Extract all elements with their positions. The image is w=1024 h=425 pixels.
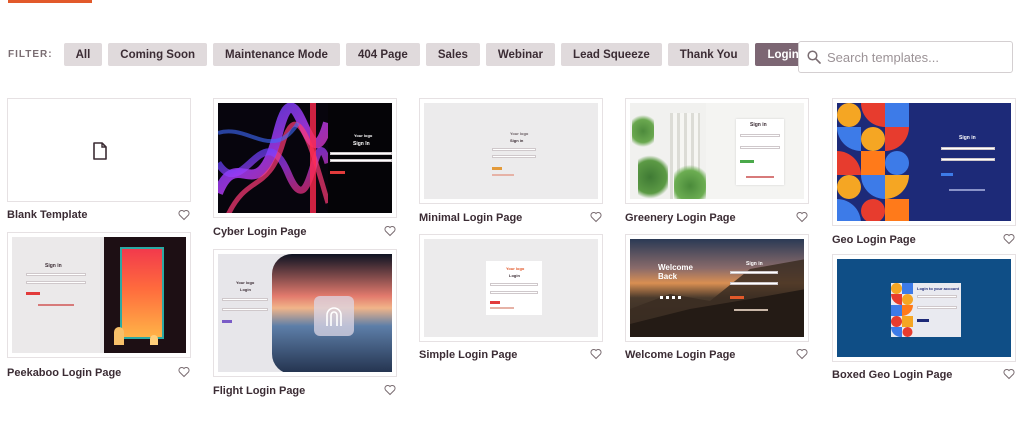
template-card-boxed-geo[interactable]: Login to your account Boxed Geo Login Pa…: [832, 254, 1016, 384]
template-thumbnail[interactable]: Sign in: [832, 98, 1016, 226]
filter-chip-all[interactable]: All: [63, 43, 103, 66]
mock-heading: Login: [509, 273, 520, 278]
template-thumbnail[interactable]: [7, 98, 191, 202]
mock-heading: Login to your account: [917, 286, 959, 291]
template-thumbnail[interactable]: Your logo Sign In: [213, 98, 397, 218]
mock-heading: Sign In: [353, 141, 370, 147]
template-thumbnail[interactable]: Your logo Login: [213, 249, 397, 377]
template-title[interactable]: Boxed Geo Login Page: [832, 369, 952, 381]
template-card-simple[interactable]: Your logo Login Simple Login Page: [419, 234, 603, 364]
template-title[interactable]: Welcome Login Page: [625, 349, 735, 361]
template-card-peekaboo[interactable]: Sign in Peekaboo Login Page: [7, 232, 191, 380]
mock-heading: Welcome Back: [658, 263, 693, 281]
template-card-minimal[interactable]: Your logo Sign in Minimal Login Page: [419, 98, 603, 226]
template-title[interactable]: Minimal Login Page: [419, 212, 522, 224]
filter-chip-sales[interactable]: Sales: [425, 43, 480, 66]
mock-logo: Your logo: [236, 280, 255, 285]
template-thumbnail[interactable]: Login to your account: [832, 254, 1016, 362]
template-card-greenery[interactable]: Sign in Greenery Login Page: [625, 98, 809, 226]
template-title[interactable]: Peekaboo Login Page: [7, 367, 121, 379]
heart-icon[interactable]: [590, 211, 602, 223]
template-card-welcome[interactable]: Welcome Back Sign in Welcome Login Page: [625, 234, 809, 364]
template-thumbnail[interactable]: Your logo Login: [419, 234, 603, 342]
template-thumbnail[interactable]: Your logo Sign in: [419, 98, 603, 204]
filter-label: FILTER:: [8, 49, 53, 60]
template-thumbnail[interactable]: Sign in: [7, 232, 191, 358]
filter-chip-webinar[interactable]: Webinar: [485, 43, 556, 66]
template-card-blank[interactable]: Blank Template: [7, 98, 191, 224]
mock-logo: Your logo: [510, 131, 529, 136]
template-thumbnail[interactable]: Sign in: [625, 98, 809, 204]
filter-chip-maintenance-mode[interactable]: Maintenance Mode: [213, 43, 340, 66]
active-tab-underline: [8, 0, 92, 3]
mock-heading: Sign in: [750, 122, 767, 128]
template-card-flight[interactable]: Your logo Login Flight Login Page: [213, 249, 397, 399]
document-icon: [93, 142, 107, 160]
template-card-cyber[interactable]: Your logo Sign In Cyber Login Page: [213, 98, 397, 240]
heart-icon[interactable]: [178, 366, 190, 378]
template-title[interactable]: Geo Login Page: [832, 234, 916, 246]
heart-icon[interactable]: [384, 225, 396, 237]
filter-chip-coming-soon[interactable]: Coming Soon: [108, 43, 208, 66]
heart-icon[interactable]: [590, 348, 602, 360]
mock-logo: Your logo: [506, 266, 525, 271]
search-box: [798, 41, 1013, 73]
mock-heading: Sign in: [959, 135, 976, 141]
mock-heading: Sign in: [45, 263, 62, 269]
template-title[interactable]: Flight Login Page: [213, 385, 305, 397]
filter-chip-thank-you[interactable]: Thank You: [667, 43, 750, 66]
heart-icon[interactable]: [1003, 233, 1015, 245]
filter-chip-lead-squeeze[interactable]: Lead Squeeze: [561, 43, 662, 66]
template-title[interactable]: Greenery Login Page: [625, 212, 736, 224]
filter-bar: FILTER: All Coming Soon Maintenance Mode…: [8, 43, 811, 66]
heart-icon[interactable]: [384, 384, 396, 396]
search-input[interactable]: [827, 49, 1007, 65]
mock-form-heading: Sign in: [746, 261, 763, 267]
template-card-geo[interactable]: Sign in Geo Login Page: [832, 98, 1016, 248]
template-thumbnail[interactable]: Welcome Back Sign in: [625, 234, 809, 342]
mock-logo: Your logo: [354, 133, 373, 138]
heart-icon[interactable]: [178, 209, 190, 221]
template-title[interactable]: Simple Login Page: [419, 349, 517, 361]
heart-icon[interactable]: [796, 348, 808, 360]
template-title[interactable]: Blank Template: [7, 209, 88, 221]
heart-icon[interactable]: [1003, 368, 1015, 380]
mock-heading: Login: [240, 287, 251, 292]
mock-heading: Sign in: [510, 138, 524, 143]
heart-icon[interactable]: [796, 211, 808, 223]
filter-chip-404-page[interactable]: 404 Page: [345, 43, 420, 66]
template-title[interactable]: Cyber Login Page: [213, 226, 307, 238]
search-icon: [807, 50, 821, 64]
